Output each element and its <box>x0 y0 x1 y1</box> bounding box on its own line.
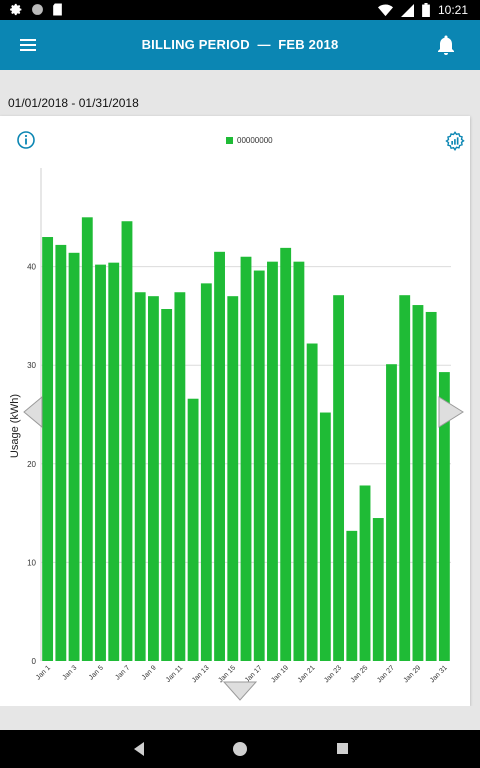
signal-icon <box>400 3 414 17</box>
usage-bar[interactable] <box>240 256 252 661</box>
notifications-button[interactable] <box>434 33 458 57</box>
x-tick-label: Jan 19 <box>270 664 290 684</box>
settings-icon <box>10 3 22 16</box>
recents-square-icon[interactable] <box>337 743 348 754</box>
x-tick-label: Jan 1 <box>35 664 52 681</box>
usage-bar[interactable] <box>187 398 199 661</box>
usage-bar[interactable] <box>81 217 93 662</box>
usage-bar[interactable] <box>174 292 186 661</box>
billing-date-range: 01/01/2018 - 01/31/2018 <box>8 96 139 110</box>
battery-icon <box>422 3 430 17</box>
x-tick-label: Jan 5 <box>88 664 105 681</box>
usage-bar[interactable] <box>227 296 239 661</box>
system-nav-bar <box>0 730 480 768</box>
y-tick-label: 30 <box>27 361 36 370</box>
page-title: BILLING PERIOD — FEB 2018 <box>141 37 339 52</box>
usage-bar[interactable] <box>386 364 397 661</box>
usage-bar[interactable] <box>95 264 106 661</box>
usage-bar[interactable] <box>399 295 411 661</box>
x-tick-label: Jan 21 <box>297 664 317 684</box>
x-tick-label: Jan 31 <box>429 664 449 684</box>
y-tick-label: 10 <box>27 558 36 567</box>
usage-bar-chart: 0 10 20 30 40 Jan 1 Jan 3 Jan 5 Jan 7 Jan 9 Jan 1… <box>9 168 451 684</box>
y-tick-label: 20 <box>27 460 36 469</box>
usage-bar[interactable] <box>280 247 292 661</box>
usage-bar[interactable] <box>200 283 212 661</box>
sd-card-icon <box>53 3 62 16</box>
home-circle-icon[interactable] <box>232 741 248 757</box>
status-bar: 10:21 <box>0 0 480 20</box>
usage-bar[interactable] <box>42 237 54 661</box>
x-tick-label: Jan 9 <box>141 664 158 681</box>
usage-bar[interactable] <box>161 309 173 661</box>
back-triangle-icon[interactable] <box>132 741 146 757</box>
expand-details-button[interactable] <box>222 680 258 702</box>
usage-bar[interactable] <box>68 252 80 662</box>
x-tick-label: Jan 11 <box>165 664 185 684</box>
chevron-left-icon <box>23 395 43 429</box>
usage-bar[interactable] <box>55 244 67 661</box>
x-tick-label: Jan 3 <box>61 664 78 681</box>
x-tick-label: Jan 13 <box>191 664 211 684</box>
usage-bar[interactable] <box>306 343 318 661</box>
chevron-down-icon <box>222 681 258 701</box>
usage-bar[interactable] <box>108 262 120 661</box>
chart-bars <box>42 217 450 662</box>
next-period-button[interactable] <box>437 395 465 429</box>
usage-bar[interactable] <box>267 261 278 661</box>
x-tick-label: Jan 29 <box>403 664 423 684</box>
clock: 10:21 <box>437 3 468 17</box>
x-tick-label: Jan 27 <box>376 664 396 684</box>
usage-bar[interactable] <box>121 221 133 661</box>
wifi-icon <box>377 4 393 16</box>
usage-bar[interactable] <box>359 485 371 661</box>
usage-bar[interactable] <box>253 270 265 661</box>
x-tick-label: Jan 25 <box>350 664 370 684</box>
app-bar: BILLING PERIOD — FEB 2018 <box>0 20 480 70</box>
usage-bar[interactable] <box>134 292 146 661</box>
usage-bar[interactable] <box>372 518 384 661</box>
x-tick-label: Jan 7 <box>114 664 131 681</box>
y-axis-label: Usage (kWh) <box>9 394 21 458</box>
previous-period-button[interactable] <box>22 395 44 429</box>
usage-bar[interactable] <box>293 261 305 661</box>
x-tick-label: Jan 23 <box>323 664 343 684</box>
bottom-spacer <box>0 706 480 730</box>
chevron-right-icon <box>438 396 464 428</box>
y-tick-labels: 0 10 20 30 40 <box>27 263 36 666</box>
usage-bar[interactable] <box>319 412 331 661</box>
bell-icon <box>438 35 454 55</box>
usage-bar[interactable] <box>412 305 424 661</box>
usage-bar[interactable] <box>333 295 345 661</box>
usage-chart-card: 00000000 0 10 20 30 40 Jan 1 Jan 3 Jan 5 Jan 7J… <box>0 116 470 706</box>
usage-bar[interactable] <box>214 251 225 661</box>
record-icon <box>32 4 43 15</box>
y-tick-label: 0 <box>32 657 37 666</box>
y-tick-label: 40 <box>27 263 36 272</box>
usage-bar[interactable] <box>148 296 159 661</box>
usage-bar[interactable] <box>346 530 358 661</box>
usage-bar[interactable] <box>425 311 437 661</box>
